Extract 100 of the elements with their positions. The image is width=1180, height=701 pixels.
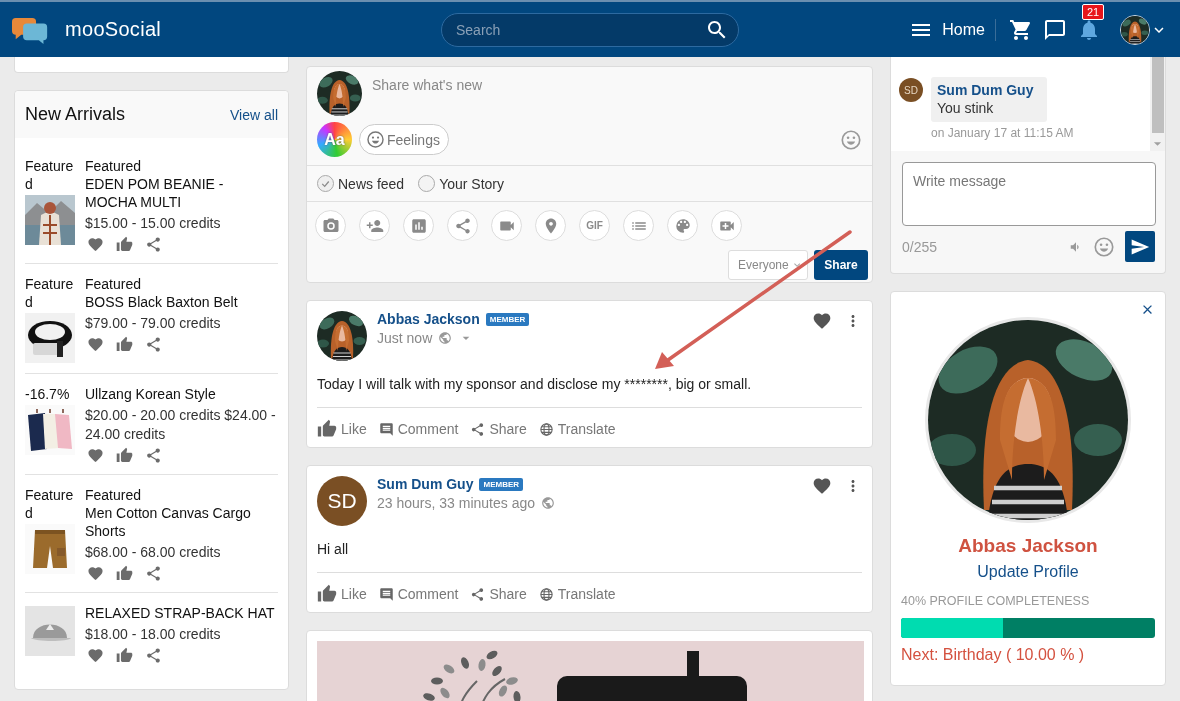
post-action-link[interactable]: Share: [470, 584, 527, 604]
product-name[interactable]: RELAXED STRAP-BACK HAT: [85, 604, 278, 622]
share-icon: [453, 216, 472, 235]
thumbs-up-icon[interactable]: [116, 336, 133, 353]
action-label[interactable]: Comment: [397, 586, 459, 602]
thumbs-up-icon: [317, 584, 337, 604]
smiley-icon: [366, 130, 385, 149]
sender-name[interactable]: Sum Dum Guy: [937, 81, 1034, 99]
post-time[interactable]: 23 hours, 33 minutes ago: [377, 495, 535, 511]
product-name[interactable]: EDEN POM BEANIE - MOCHA MULTI: [85, 175, 278, 211]
heart-icon[interactable]: [87, 447, 104, 464]
share-icon[interactable]: [145, 336, 162, 353]
send-button[interactable]: [1125, 231, 1155, 262]
avatar[interactable]: SD: [899, 78, 923, 102]
member-badge: MEMBER: [485, 312, 530, 326]
tool-button[interactable]: [447, 210, 478, 241]
logo-icon[interactable]: [12, 15, 49, 44]
cart-icon[interactable]: [1009, 17, 1033, 42]
share-icon: [470, 421, 486, 437]
notification-badge: 21: [1082, 3, 1105, 20]
post-action-link[interactable]: Comment: [378, 584, 459, 604]
post-input[interactable]: Share what's new: [372, 77, 483, 116]
next-step-text: Next: Birthday ( 10.00 % ): [901, 646, 1085, 664]
post-action-link[interactable]: Like: [317, 584, 367, 604]
post-action-link[interactable]: Like: [317, 419, 367, 439]
update-profile-link[interactable]: Update Profile: [977, 563, 1079, 581]
action-label[interactable]: Comment: [397, 421, 459, 437]
heart-icon[interactable]: [87, 565, 104, 582]
tool-button[interactable]: [403, 210, 434, 241]
author-name[interactable]: Abbas Jackson: [377, 311, 480, 327]
heart-icon[interactable]: [812, 311, 832, 331]
radio-button[interactable]: [317, 175, 334, 192]
camera-icon: [321, 216, 340, 235]
post-action-link[interactable]: Share: [470, 419, 527, 439]
product-tag: Featured: [25, 486, 75, 522]
heart-icon[interactable]: [87, 336, 104, 353]
action-label[interactable]: Translate: [557, 421, 616, 437]
view-all-link[interactable]: View all: [230, 106, 278, 123]
share-icon[interactable]: [145, 565, 162, 582]
home-link[interactable]: Home: [942, 20, 985, 39]
action-label[interactable]: Like: [341, 586, 367, 602]
gif-button[interactable]: GIF: [579, 210, 610, 241]
tool-button[interactable]: [711, 210, 742, 241]
product-price: $68.00 - 68.00 credits: [85, 543, 222, 562]
product-price: $18.00 - 18.00 credits: [85, 625, 222, 644]
emoji-icon[interactable]: [1093, 235, 1115, 258]
author-name[interactable]: Sum Dum Guy: [377, 476, 474, 492]
product-price: $15.00 - 15.00 credits: [85, 214, 222, 233]
action-label[interactable]: Translate: [557, 586, 616, 602]
thumbs-up-icon[interactable]: [116, 447, 133, 464]
privacy-dropdown[interactable]: Everyone: [728, 250, 808, 280]
share-button[interactable]: Share: [814, 250, 868, 280]
chat-icon[interactable]: [1043, 17, 1067, 42]
logo-text[interactable]: mooSocial: [65, 18, 162, 41]
action-label[interactable]: Share: [489, 586, 527, 602]
tool-button[interactable]: [315, 210, 346, 241]
product-name[interactable]: Men Cotton Canvas Cargo Shorts: [85, 504, 278, 540]
avatar[interactable]: SD: [317, 476, 367, 526]
share-icon[interactable]: [145, 236, 162, 253]
globe-icon: [438, 331, 453, 345]
emoji-icon[interactable]: [840, 128, 862, 151]
product-price: $20.00 - 20.00 credits $24.00 - 24.00 credits: [85, 406, 277, 444]
thumbs-up-icon[interactable]: [116, 236, 133, 253]
comment-icon: [378, 421, 394, 437]
radio-label[interactable]: News feed: [338, 175, 405, 192]
action-label[interactable]: Like: [341, 421, 367, 437]
share-icon[interactable]: [145, 647, 162, 664]
section-title: New Arrivals: [25, 104, 126, 125]
thumbs-up-icon[interactable]: [116, 565, 133, 582]
profile-name[interactable]: Abbas Jackson: [958, 535, 1098, 557]
heart-icon[interactable]: [87, 647, 104, 664]
radio-button[interactable]: [418, 175, 436, 192]
post-text: Today I will talk with my sponsor and disclose my ********, big or small.: [317, 376, 862, 408]
product-name[interactable]: BOSS Black Baxton Belt: [85, 293, 278, 311]
post-action-link[interactable]: Translate: [538, 584, 616, 604]
tool-button[interactable]: [491, 210, 522, 241]
member-badge: MEMBER: [479, 477, 524, 491]
heart-icon[interactable]: [87, 236, 104, 253]
product-tag: -16.7%: [25, 385, 75, 403]
featured-label: Featured: [85, 486, 143, 504]
scrollbar[interactable]: [1150, 57, 1165, 151]
post-action-link[interactable]: Comment: [378, 419, 459, 439]
product-name[interactable]: Ullzang Korean Style: [85, 385, 278, 403]
product-tag: Featured: [25, 157, 75, 193]
search-field[interactable]: Search: [441, 12, 739, 47]
feelings-button[interactable]: Feelings: [359, 124, 449, 155]
thumbs-up-icon[interactable]: [116, 647, 133, 664]
share-icon: [470, 586, 486, 602]
share-icon[interactable]: [145, 447, 162, 464]
action-label[interactable]: Share: [489, 421, 527, 437]
tool-button[interactable]: [667, 210, 698, 241]
message-field[interactable]: Write message: [902, 162, 1156, 226]
post-time[interactable]: Just now: [377, 330, 433, 346]
heart-icon[interactable]: [812, 476, 832, 496]
post-action-link[interactable]: Translate: [538, 419, 616, 439]
chart-icon: [409, 216, 428, 235]
radio-label[interactable]: Your Story: [439, 175, 504, 192]
tool-button[interactable]: [535, 210, 566, 241]
thumbs-up-icon: [317, 419, 337, 439]
tool-button[interactable]: [359, 210, 390, 241]
